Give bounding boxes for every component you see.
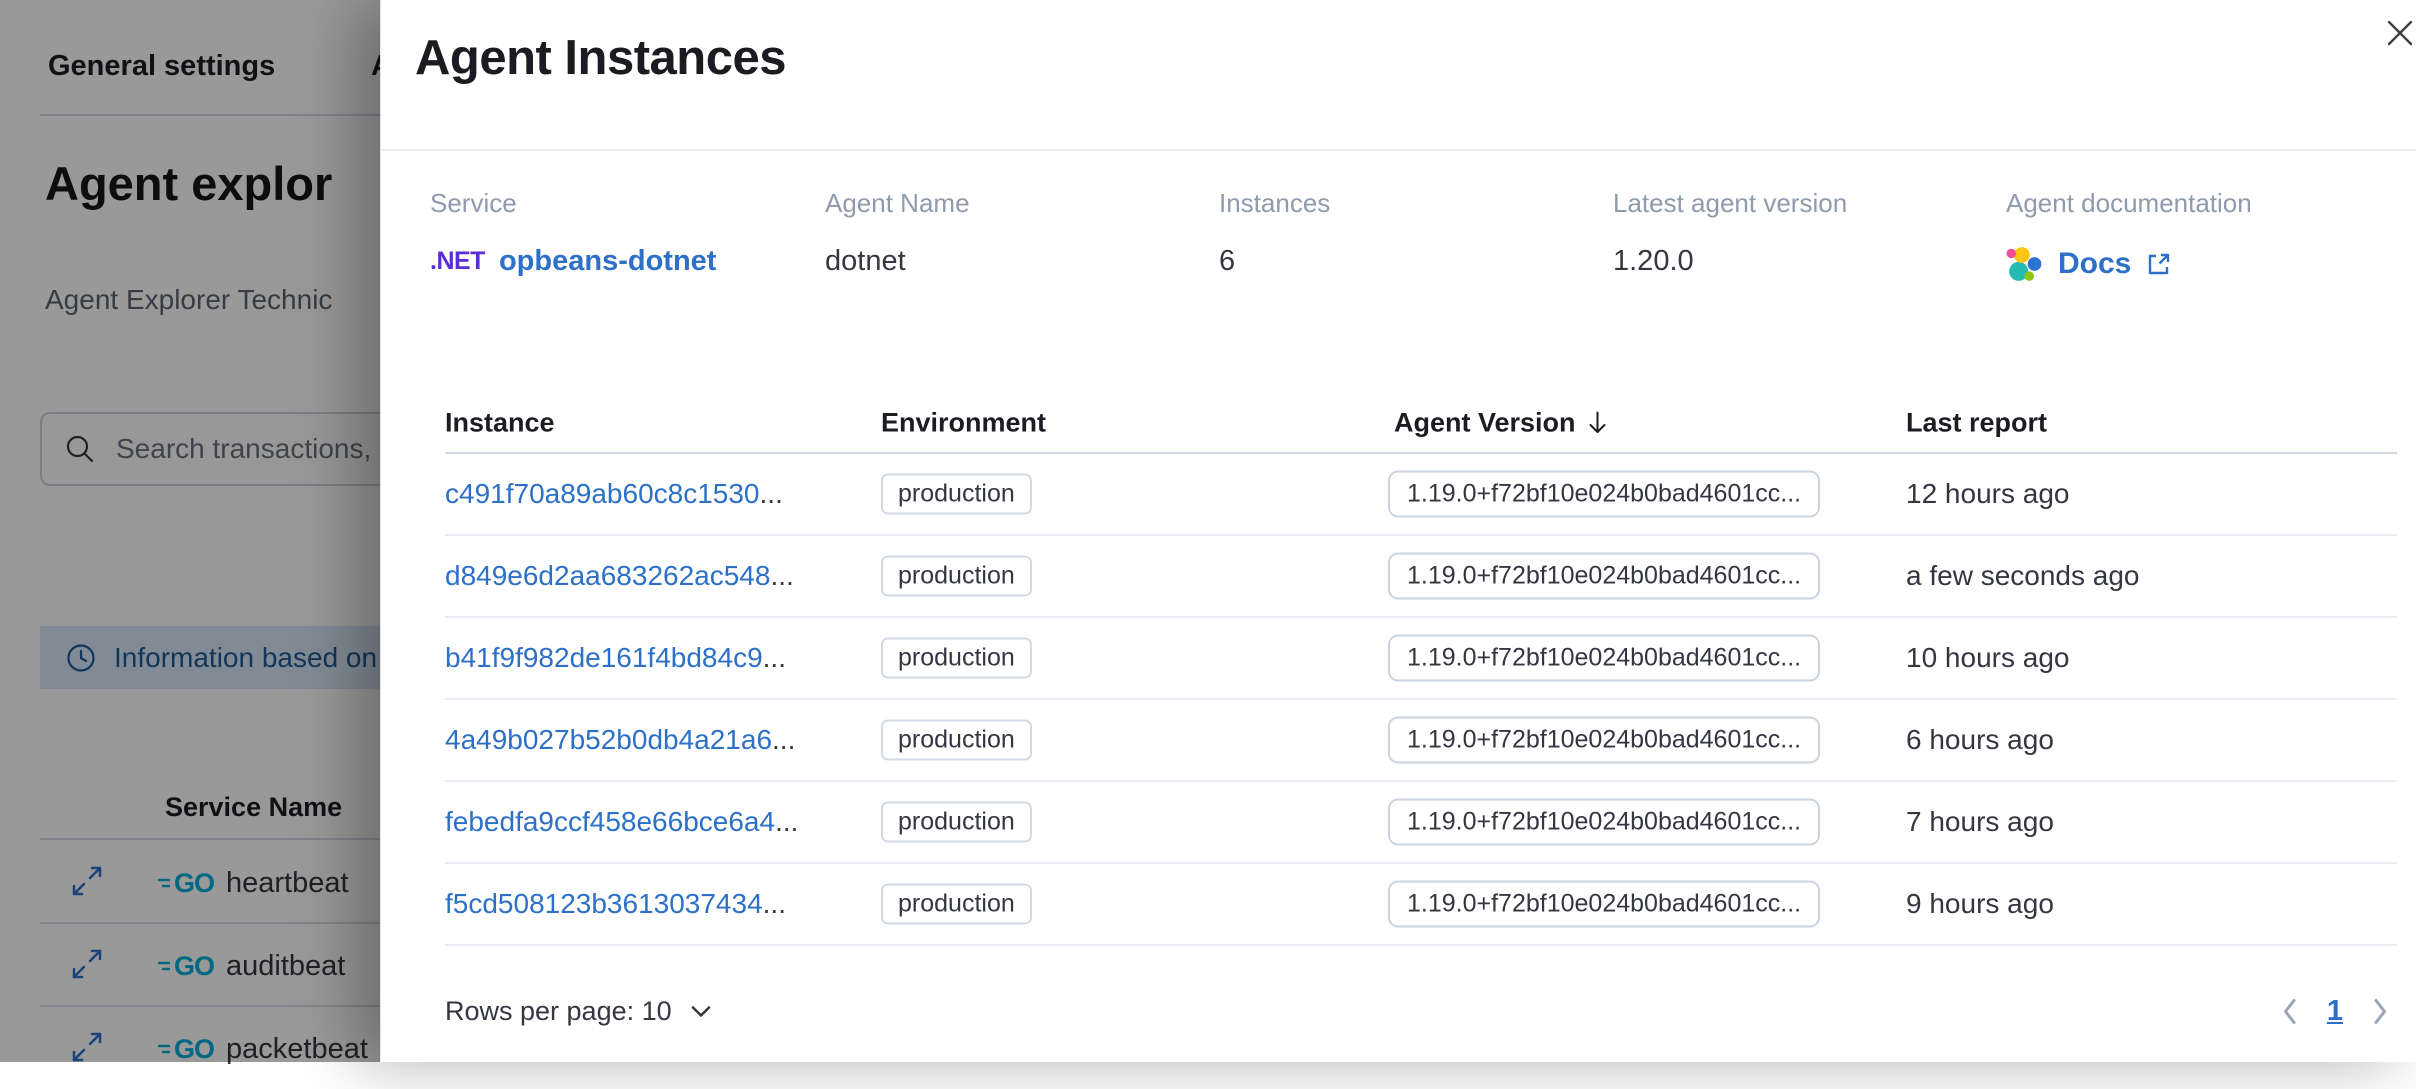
agent-name-value: dotnet xyxy=(825,245,970,278)
rows-per-page-selector[interactable]: Rows per page: 10 xyxy=(445,996,712,1027)
table-row: f5cd508123b3613037434... production 1.19… xyxy=(445,864,2397,946)
dotnet-agent-icon: .NET xyxy=(430,247,485,276)
last-report: a few seconds ago xyxy=(1906,560,2140,592)
agent-version-badge: 1.19.0+f72bf10e024b0bad4601cc... xyxy=(1388,553,1820,600)
instance-link[interactable]: f5cd508123b3613037434 xyxy=(445,888,763,919)
last-report: 6 hours ago xyxy=(1906,724,2054,756)
table-row: febedfa9ccf458e66bce6a4... production 1.… xyxy=(445,782,2397,864)
page-number[interactable]: 1 xyxy=(2327,995,2343,1028)
flyout-title: Agent Instances xyxy=(415,30,786,86)
flyout-header-divider xyxy=(381,149,2416,151)
summary-service: Service .NET opbeans-dotnet xyxy=(430,188,716,278)
summary-label: Agent documentation xyxy=(2006,188,2252,219)
column-header-instance[interactable]: Instance xyxy=(445,408,555,439)
agent-version-badge: 1.19.0+f72bf10e024b0bad4601cc... xyxy=(1388,799,1820,846)
agent-version-badge: 1.19.0+f72bf10e024b0bad4601cc... xyxy=(1388,471,1820,518)
table-row: 4a49b027b52b0db4a21a6... production 1.19… xyxy=(445,700,2397,782)
column-header-agent-version[interactable]: Agent Version xyxy=(1394,408,1609,439)
elastic-logo-icon xyxy=(2006,245,2044,283)
column-header-environment[interactable]: Environment xyxy=(881,408,1046,439)
instance-link[interactable]: 4a49b027b52b0db4a21a6 xyxy=(445,724,772,755)
service-name-link[interactable]: opbeans-dotnet xyxy=(499,245,717,278)
instance-link[interactable]: febedfa9ccf458e66bce6a4 xyxy=(445,806,775,837)
next-page-icon[interactable] xyxy=(2371,996,2390,1027)
instances-count: 6 xyxy=(1219,245,1330,278)
last-report: 10 hours ago xyxy=(1906,642,2069,674)
summary-label: Service xyxy=(430,188,716,219)
environment-badge: production xyxy=(881,720,1032,761)
summary-label: Latest agent version xyxy=(1613,188,1847,219)
instance-link[interactable]: d849e6d2aa683262ac548 xyxy=(445,560,770,591)
environment-badge: production xyxy=(881,884,1032,925)
docs-link[interactable]: Docs xyxy=(2058,247,2131,281)
instance-link[interactable]: c491f70a89ab60c8c1530 xyxy=(445,478,760,509)
environment-badge: production xyxy=(881,802,1032,843)
agent-version-badge: 1.19.0+f72bf10e024b0bad4601cc... xyxy=(1388,717,1820,764)
environment-badge: production xyxy=(881,638,1032,679)
pagination: 1 xyxy=(2280,995,2390,1028)
summary-agent-name: Agent Name dotnet xyxy=(825,188,970,278)
agent-instances-flyout: Agent Instances Service .NET opbeans-dot… xyxy=(380,0,2416,1062)
instance-link[interactable]: b41f9f982de161f4bd84c9 xyxy=(445,642,763,673)
instances-table: Instance Environment Agent Version Last … xyxy=(445,394,2397,946)
close-icon[interactable] xyxy=(2378,12,2416,56)
table-row: d849e6d2aa683262ac548... production 1.19… xyxy=(445,536,2397,618)
agent-version-badge: 1.19.0+f72bf10e024b0bad4601cc... xyxy=(1388,881,1820,928)
summary-label: Agent Name xyxy=(825,188,970,219)
chevron-down-icon xyxy=(690,1004,712,1019)
summary-documentation: Agent documentation Docs xyxy=(2006,188,2252,283)
last-report: 9 hours ago xyxy=(1906,888,2054,920)
table-header-row: Instance Environment Agent Version Last … xyxy=(445,394,2397,454)
table-row: b41f9f982de161f4bd84c9... production 1.1… xyxy=(445,618,2397,700)
previous-page-icon[interactable] xyxy=(2280,996,2299,1027)
external-link-icon xyxy=(2145,251,2172,278)
rows-per-page-label: Rows per page: 10 xyxy=(445,996,672,1027)
summary-latest-version: Latest agent version 1.20.0 xyxy=(1613,188,1847,278)
summary-label: Instances xyxy=(1219,188,1330,219)
environment-badge: production xyxy=(881,474,1032,515)
table-row: c491f70a89ab60c8c1530... production 1.19… xyxy=(445,454,2397,536)
table-footer: Rows per page: 10 1 xyxy=(445,975,2390,1047)
agent-version-badge: 1.19.0+f72bf10e024b0bad4601cc... xyxy=(1388,635,1820,682)
environment-badge: production xyxy=(881,556,1032,597)
latest-version-value: 1.20.0 xyxy=(1613,245,1847,278)
sort-descending-icon xyxy=(1586,410,1609,437)
last-report: 12 hours ago xyxy=(1906,478,2069,510)
column-header-last-report[interactable]: Last report xyxy=(1906,408,2047,439)
last-report: 7 hours ago xyxy=(1906,806,2054,838)
summary-instances: Instances 6 xyxy=(1219,188,1330,278)
